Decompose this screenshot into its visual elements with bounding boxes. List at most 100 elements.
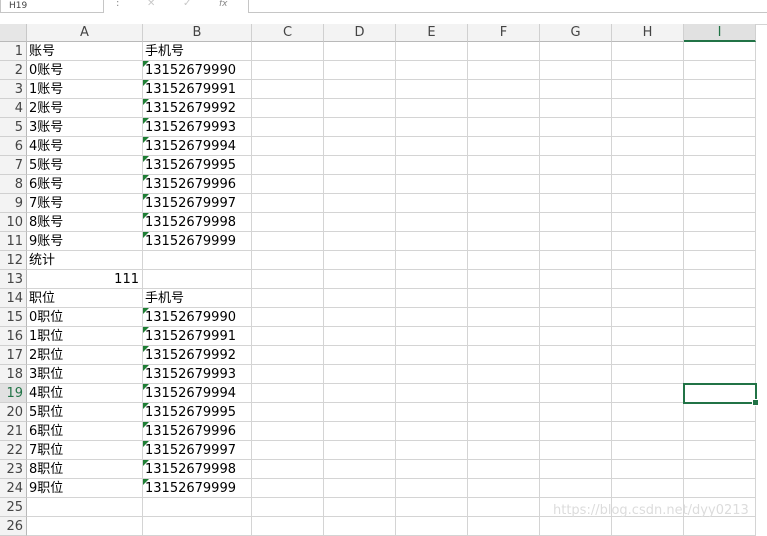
- cell-H17[interactable]: [612, 346, 684, 365]
- row-header-16[interactable]: 16: [0, 327, 27, 346]
- cell-I13[interactable]: [684, 270, 756, 289]
- cell-D6[interactable]: [324, 137, 396, 156]
- number-as-text-indicator-icon[interactable]: [143, 403, 149, 409]
- cell-G15[interactable]: [540, 308, 612, 327]
- cell-I14[interactable]: [684, 289, 756, 308]
- column-header-D[interactable]: D: [324, 24, 396, 42]
- cell-D11[interactable]: [324, 232, 396, 251]
- number-as-text-indicator-icon[interactable]: [143, 175, 149, 181]
- cell-B4[interactable]: 13152679992: [143, 99, 252, 118]
- number-as-text-indicator-icon[interactable]: [143, 80, 149, 86]
- cell-B7[interactable]: 13152679995: [143, 156, 252, 175]
- cell-F26[interactable]: [468, 517, 540, 536]
- cell-C10[interactable]: [252, 213, 324, 232]
- cell-F9[interactable]: [468, 194, 540, 213]
- row-header-14[interactable]: 14: [0, 289, 27, 308]
- cell-C7[interactable]: [252, 156, 324, 175]
- cell-E19[interactable]: [396, 384, 468, 403]
- cell-H9[interactable]: [612, 194, 684, 213]
- cell-E3[interactable]: [396, 80, 468, 99]
- cell-A4[interactable]: 2账号: [27, 99, 143, 118]
- cell-H13[interactable]: [612, 270, 684, 289]
- cell-I24[interactable]: [684, 479, 756, 498]
- cell-I8[interactable]: [684, 175, 756, 194]
- cell-B19[interactable]: 13152679994: [143, 384, 252, 403]
- cell-I4[interactable]: [684, 99, 756, 118]
- row-header-22[interactable]: 22: [0, 441, 27, 460]
- cell-H19[interactable]: [612, 384, 684, 403]
- row-header-23[interactable]: 23: [0, 460, 27, 479]
- cell-G22[interactable]: [540, 441, 612, 460]
- cell-G6[interactable]: [540, 137, 612, 156]
- cell-H10[interactable]: [612, 213, 684, 232]
- row-header-11[interactable]: 11: [0, 232, 27, 251]
- cell-A13[interactable]: 111: [27, 270, 143, 289]
- cell-H18[interactable]: [612, 365, 684, 384]
- number-as-text-indicator-icon[interactable]: [143, 460, 149, 466]
- cell-E21[interactable]: [396, 422, 468, 441]
- cell-B17[interactable]: 13152679992: [143, 346, 252, 365]
- number-as-text-indicator-icon[interactable]: [143, 194, 149, 200]
- cell-D13[interactable]: [324, 270, 396, 289]
- cell-A7[interactable]: 5账号: [27, 156, 143, 175]
- cell-D3[interactable]: [324, 80, 396, 99]
- cell-D22[interactable]: [324, 441, 396, 460]
- number-as-text-indicator-icon[interactable]: [143, 156, 149, 162]
- cell-B13[interactable]: [143, 270, 252, 289]
- cell-A20[interactable]: 5职位: [27, 403, 143, 422]
- cell-F12[interactable]: [468, 251, 540, 270]
- row-header-18[interactable]: 18: [0, 365, 27, 384]
- row-header-24[interactable]: 24: [0, 479, 27, 498]
- cell-C26[interactable]: [252, 517, 324, 536]
- number-as-text-indicator-icon[interactable]: [143, 479, 149, 485]
- cell-E26[interactable]: [396, 517, 468, 536]
- cell-I16[interactable]: [684, 327, 756, 346]
- cell-B21[interactable]: 13152679996: [143, 422, 252, 441]
- cell-B6[interactable]: 13152679994: [143, 137, 252, 156]
- cell-A17[interactable]: 2职位: [27, 346, 143, 365]
- row-header-25[interactable]: 25: [0, 498, 27, 517]
- cell-C6[interactable]: [252, 137, 324, 156]
- number-as-text-indicator-icon[interactable]: [143, 118, 149, 124]
- cell-I6[interactable]: [684, 137, 756, 156]
- cell-D23[interactable]: [324, 460, 396, 479]
- cell-A11[interactable]: 9账号: [27, 232, 143, 251]
- cell-C22[interactable]: [252, 441, 324, 460]
- cell-H15[interactable]: [612, 308, 684, 327]
- cell-B10[interactable]: 13152679998: [143, 213, 252, 232]
- cell-F7[interactable]: [468, 156, 540, 175]
- column-header-E[interactable]: E: [396, 24, 468, 42]
- row-header-2[interactable]: 2: [0, 61, 27, 80]
- cell-G21[interactable]: [540, 422, 612, 441]
- cell-C5[interactable]: [252, 118, 324, 137]
- column-header-G[interactable]: G: [540, 24, 612, 42]
- row-header-12[interactable]: 12: [0, 251, 27, 270]
- cell-E17[interactable]: [396, 346, 468, 365]
- number-as-text-indicator-icon[interactable]: [143, 327, 149, 333]
- cell-E12[interactable]: [396, 251, 468, 270]
- cell-E7[interactable]: [396, 156, 468, 175]
- cell-B20[interactable]: 13152679995: [143, 403, 252, 422]
- cell-F5[interactable]: [468, 118, 540, 137]
- cell-F18[interactable]: [468, 365, 540, 384]
- cell-A9[interactable]: 7账号: [27, 194, 143, 213]
- cell-E14[interactable]: [396, 289, 468, 308]
- cell-F3[interactable]: [468, 80, 540, 99]
- column-header-I[interactable]: I: [684, 24, 756, 42]
- cell-H3[interactable]: [612, 80, 684, 99]
- cell-G5[interactable]: [540, 118, 612, 137]
- cell-E6[interactable]: [396, 137, 468, 156]
- row-header-20[interactable]: 20: [0, 403, 27, 422]
- number-as-text-indicator-icon[interactable]: [143, 422, 149, 428]
- cell-A5[interactable]: 3账号: [27, 118, 143, 137]
- column-header-C[interactable]: C: [252, 24, 324, 42]
- cell-D7[interactable]: [324, 156, 396, 175]
- cell-A2[interactable]: 0账号: [27, 61, 143, 80]
- cell-C17[interactable]: [252, 346, 324, 365]
- cell-H12[interactable]: [612, 251, 684, 270]
- cell-F4[interactable]: [468, 99, 540, 118]
- cell-E23[interactable]: [396, 460, 468, 479]
- cell-C19[interactable]: [252, 384, 324, 403]
- cell-C3[interactable]: [252, 80, 324, 99]
- cell-F11[interactable]: [468, 232, 540, 251]
